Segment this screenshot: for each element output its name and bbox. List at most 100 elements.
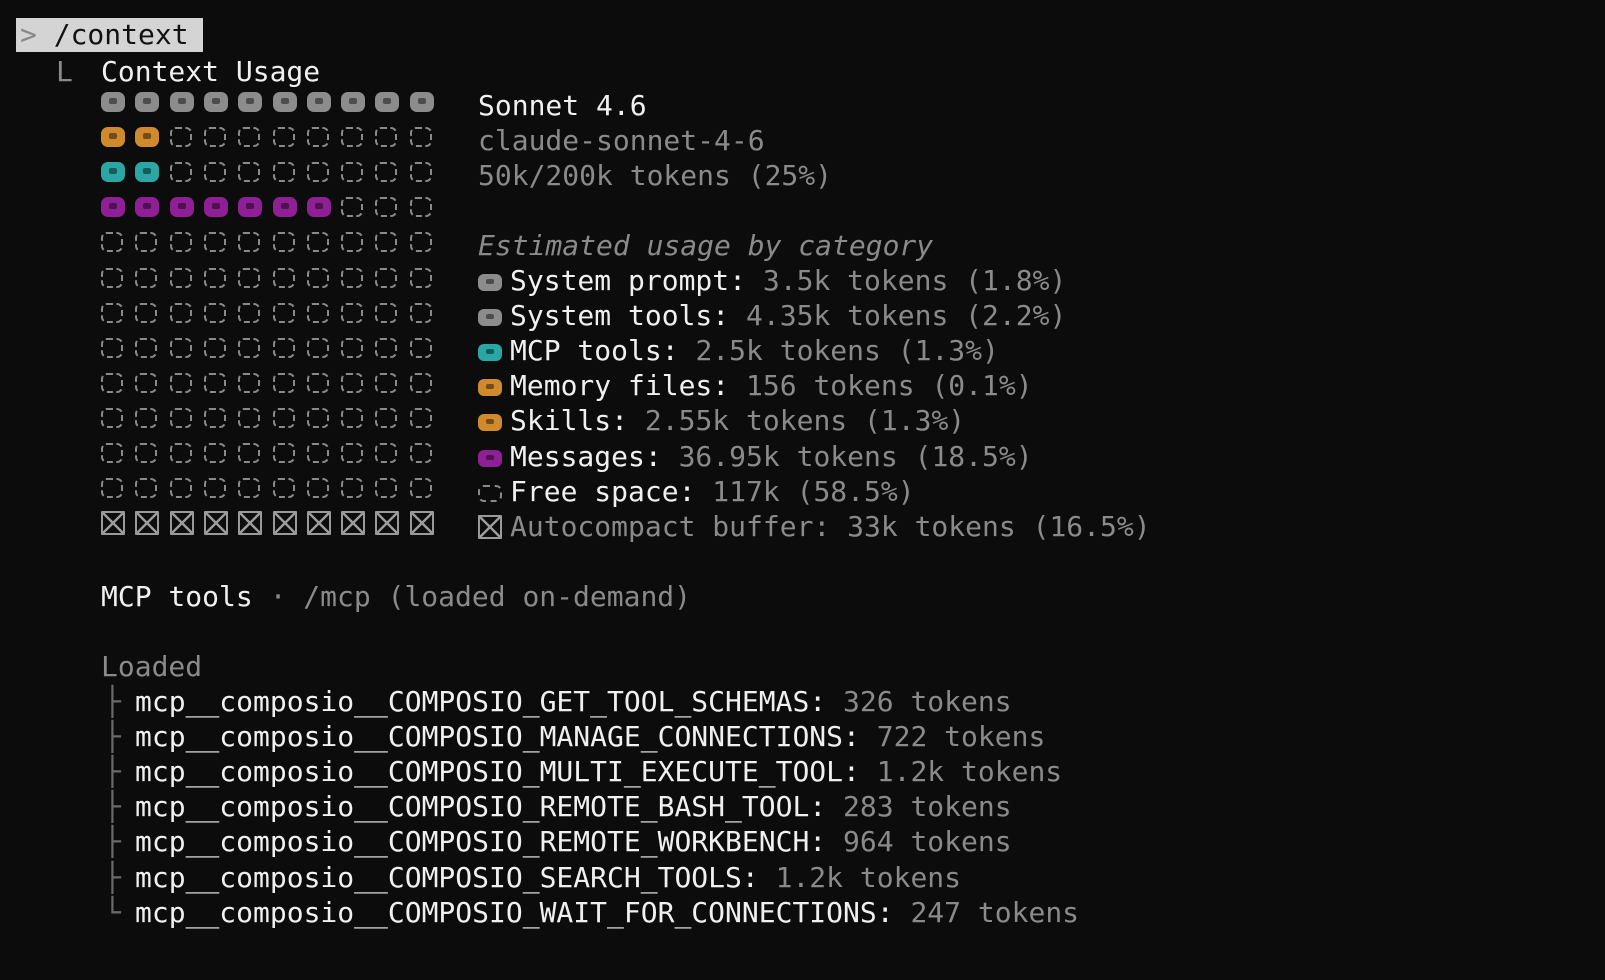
loaded-label: Loaded [101, 650, 203, 683]
tool-name: mcp__composio__COMPOSIO_MANAGE_CONNECTIO… [135, 720, 860, 754]
grid-cell-buffer [375, 511, 400, 536]
grid-cell-system [101, 92, 125, 112]
grid-cell-system [169, 92, 194, 112]
grid-cell-free [409, 337, 432, 358]
category-value: 2.55k tokens (1.3%) [644, 404, 966, 438]
grid-cell-free [101, 443, 123, 463]
tool-name: mcp__composio__COMPOSIO_WAIT_FOR_CONNECT… [135, 895, 894, 929]
grid-cell-messages [306, 197, 331, 218]
grid-cell-free [409, 407, 432, 428]
tree-branch: ├ [104, 755, 121, 789]
memory-category-icon [478, 379, 502, 397]
grid-cell-free [375, 443, 398, 463]
tool-tokens: 1.2k tokens [775, 860, 962, 894]
tree-branch: ├ [104, 790, 121, 824]
grid-cell-free [203, 302, 226, 323]
grid-cell-free [375, 197, 398, 218]
model-name: Sonnet 4.6 [478, 89, 647, 122]
grid-cell-free [375, 267, 398, 288]
grid-cell-free [341, 337, 364, 358]
tool-name: mcp__composio__COMPOSIO_REMOTE_BASH_TOOL… [135, 790, 827, 824]
grid-cell-messages [101, 197, 125, 218]
system-category-icon [478, 309, 502, 327]
mcp-tool-item: mcp__composio__COMPOSIO_MULTI_EXECUTE_TO… [135, 754, 1062, 790]
grid-cell-messages [203, 197, 228, 218]
grid-cell-free [306, 443, 329, 463]
grid-cell-free [341, 407, 364, 428]
grid-cell-free [306, 372, 329, 393]
tool-tokens: 326 tokens [843, 685, 1012, 718]
grid-cell-free [409, 302, 432, 323]
grid-cell-mcp [135, 162, 160, 183]
grid-cell-free [341, 372, 364, 393]
grid-cell-free [238, 127, 261, 148]
grid-cell-free [101, 302, 123, 323]
mcp-title: MCP tools [101, 580, 253, 613]
category-item: Free space: 117k (58.5%) [478, 474, 915, 510]
category-label: Skills: [510, 404, 629, 438]
tool-tokens: 247 tokens [910, 895, 1080, 929]
category-label: Free space: [510, 474, 696, 508]
grid-cell-free [375, 127, 398, 148]
tool-tokens: 283 tokens [843, 790, 1012, 824]
category-item: Messages: 36.95k tokens (18.5%) [478, 439, 1033, 475]
category-item: System prompt: 3.5k tokens (1.8%) [478, 263, 1066, 299]
mcp-subtitle: /mcp (loaded on-demand) [303, 580, 692, 613]
grid-cell-free [238, 443, 261, 463]
grid-cell-buffer [101, 511, 125, 536]
grid-cell-free [409, 232, 432, 253]
grid-cell-free [135, 443, 158, 463]
grid-cell-free [135, 337, 158, 358]
category-value: 36.95k tokens (18.5%) [678, 439, 1033, 473]
grid-cell-free [341, 197, 364, 218]
grid-cell-buffer [409, 511, 434, 536]
separator: · [269, 580, 287, 613]
grid-cell-free [375, 337, 398, 358]
category-value: 156 tokens (0.1%) [746, 369, 1033, 403]
tool-name: mcp__composio__COMPOSIO_MULTI_EXECUTE_TO… [135, 755, 860, 789]
grid-cell-free [101, 337, 123, 358]
grid-cell-free [101, 407, 123, 428]
grid-cell-free [306, 478, 329, 499]
grid-cell-free [169, 232, 192, 253]
grid-cell-free [135, 407, 158, 428]
grid-cell-free [203, 337, 226, 358]
grid-cell-free [135, 302, 158, 323]
tool-tokens: 1.2k tokens [876, 755, 1063, 789]
category-item: Autocompact buffer: 33k tokens (16.5%) [478, 509, 1151, 545]
grid-cell-free [238, 302, 261, 323]
grid-cell-free [375, 478, 398, 499]
grid-cell-free [341, 443, 364, 463]
grid-cell-free [409, 162, 432, 183]
grid-cell-buffer [135, 511, 160, 536]
grid-cell-free [169, 127, 192, 148]
category-item: System tools: 4.35k tokens (2.2%) [478, 298, 1066, 334]
category-label: Memory files: [510, 369, 730, 403]
tool-tokens: 722 tokens [876, 720, 1046, 754]
grid-cell-free [169, 337, 192, 358]
grid-cell-free [375, 232, 398, 253]
command-input[interactable]: > /context [16, 18, 203, 52]
grid-cell-free [272, 372, 295, 393]
grid-cell-free [238, 337, 261, 358]
grid-cell-system [238, 92, 263, 112]
grid-cell-free [409, 443, 432, 463]
grid-cell-free [238, 162, 261, 183]
grid-cell-free [409, 127, 432, 148]
page-title: Context Usage [101, 55, 321, 88]
category-item: Memory files: 156 tokens (0.1%) [478, 368, 1033, 404]
grid-cell-buffer [272, 511, 297, 536]
grid-cell-free [272, 127, 295, 148]
grid-cell-free [409, 197, 432, 218]
grid-cell-free [409, 478, 432, 499]
grid-cell-free [306, 302, 329, 323]
grid-cell-free [101, 372, 123, 393]
grid-cell-memory [135, 127, 160, 148]
grid-cell-free [272, 407, 295, 428]
grid-cell-free [135, 232, 158, 253]
grid-cell-system [272, 92, 297, 112]
category-value: 3.5k tokens (1.8%) [762, 264, 1067, 297]
grid-cell-free [169, 407, 192, 428]
tree-branch: L [56, 55, 73, 88]
mcp-tool-item: mcp__composio__COMPOSIO_REMOTE_BASH_TOOL… [135, 789, 1012, 825]
